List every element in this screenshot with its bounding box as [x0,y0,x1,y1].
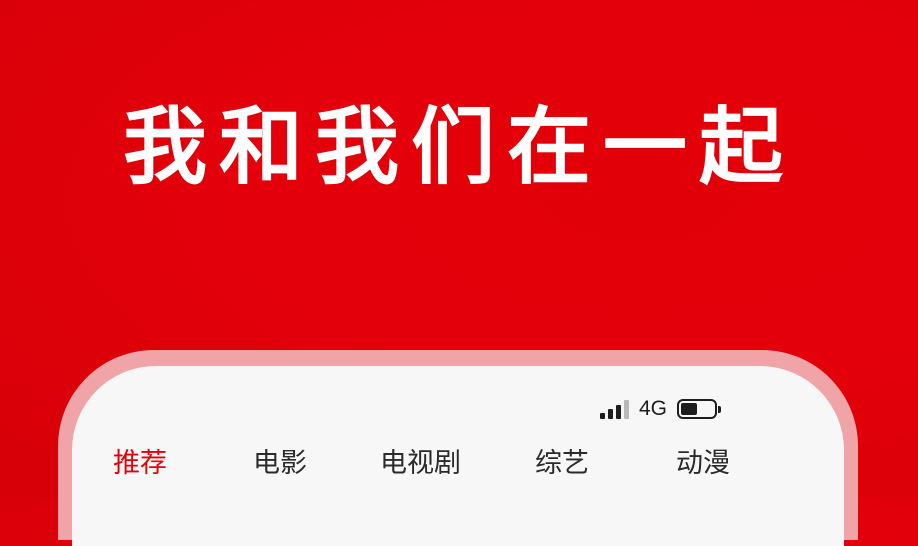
battery-level-fill [681,403,698,415]
network-type-label: 4G [639,397,668,420]
tab-anime[interactable]: 动漫 [676,446,730,482]
tab-variety[interactable]: 综艺 [535,446,589,482]
category-tabs: 推荐 电影 电视剧 综艺 动漫 [0,446,918,486]
tab-tv-series[interactable]: 电视剧 [380,446,461,482]
status-bar: 4G [600,395,722,423]
promo-headline: 我和我们在一起 [122,98,795,196]
tab-movies[interactable]: 电影 [253,446,307,482]
tab-recommend[interactable]: 推荐 [113,446,167,482]
signal-bars-icon [600,399,629,419]
battery-icon [677,399,722,419]
